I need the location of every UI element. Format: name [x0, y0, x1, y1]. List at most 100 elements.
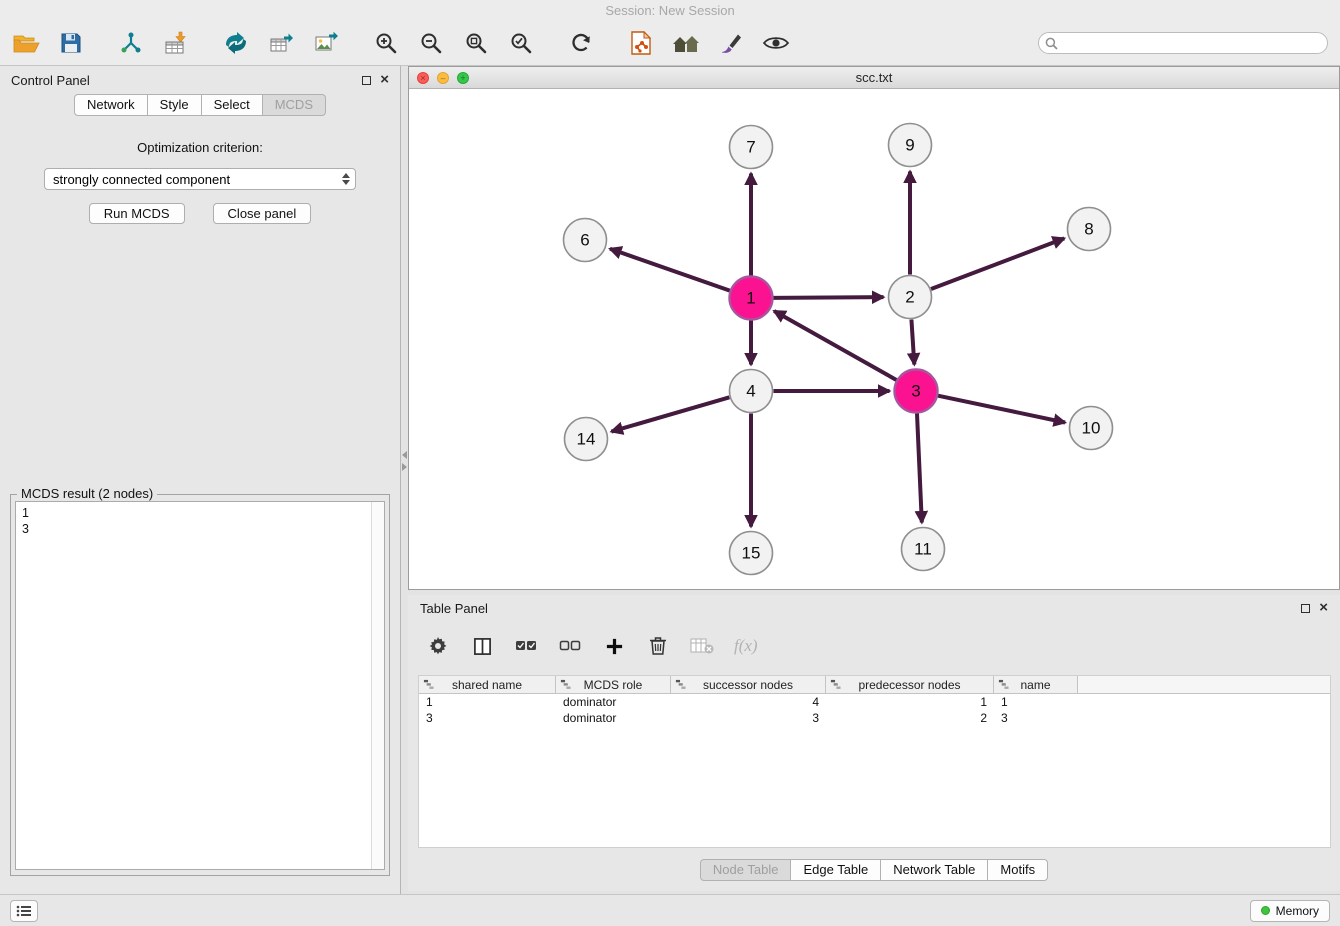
memory-status-icon [1261, 906, 1270, 915]
graph-edge-2-8[interactable] [931, 238, 1064, 289]
graph-node-4[interactable]: 4 [730, 370, 773, 413]
panel-splitter-icon[interactable] [401, 448, 407, 474]
cell-successor-nodes: 3 [671, 711, 826, 725]
zoom-fit-icon[interactable] [462, 29, 490, 57]
table-header-row: shared name MCDS role successor nodes pr… [419, 676, 1330, 694]
column-header-successor-nodes[interactable]: successor nodes [671, 676, 826, 693]
gear-icon[interactable] [426, 634, 450, 658]
save-session-icon[interactable] [57, 29, 85, 57]
open-file-icon[interactable] [12, 29, 40, 57]
tab-network-table[interactable]: Network Table [881, 859, 988, 881]
network-file-icon[interactable] [627, 29, 655, 57]
status-bar: Memory [0, 894, 1340, 926]
tab-network[interactable]: Network [74, 94, 148, 116]
zoom-window-icon[interactable]: + [457, 72, 469, 84]
criterion-select[interactable]: strongly connected component [44, 168, 356, 190]
toolbar-group-refresh [567, 29, 595, 57]
network-window-titlebar: × – + scc.txt [409, 67, 1339, 89]
export-image-icon[interactable] [312, 29, 340, 57]
home-network-icon[interactable] [672, 29, 700, 57]
minimize-window-icon[interactable]: – [437, 72, 449, 84]
show-columns-icon[interactable] [470, 634, 494, 658]
control-panel: Control Panel × Network Style Select MCD… [0, 66, 401, 894]
graph-node-15[interactable]: 15 [730, 532, 773, 575]
window-titlebar: Session: New Session [0, 0, 1340, 21]
column-header-name[interactable]: name [994, 676, 1078, 693]
eye-icon[interactable] [762, 29, 790, 57]
deselect-all-icon[interactable] [558, 634, 582, 658]
svg-text:10: 10 [1082, 419, 1101, 438]
column-header-mcds-role[interactable]: MCDS role [556, 676, 671, 693]
trash-icon[interactable] [646, 634, 670, 658]
cell-mcds-role: dominator [556, 695, 671, 709]
add-row-icon[interactable] [602, 634, 626, 658]
table-panel: Table Panel × f(x) [408, 595, 1340, 891]
column-type-icon [560, 679, 571, 690]
svg-text:2: 2 [905, 288, 914, 307]
tab-style[interactable]: Style [148, 94, 202, 116]
graph-node-6[interactable]: 6 [564, 219, 607, 262]
svg-text:11: 11 [914, 540, 932, 559]
tab-motifs[interactable]: Motifs [988, 859, 1048, 881]
close-panel-icon[interactable]: × [380, 75, 389, 85]
zoom-in-icon[interactable] [372, 29, 400, 57]
cell-successor-nodes: 4 [671, 695, 826, 709]
style-brush-icon[interactable] [717, 29, 745, 57]
refresh-icon[interactable] [567, 29, 595, 57]
control-panel-header: Control Panel × [0, 66, 400, 94]
column-header-shared-name[interactable]: shared name [419, 676, 556, 693]
run-mcds-button[interactable]: Run MCDS [89, 203, 185, 224]
svg-text:6: 6 [580, 231, 589, 250]
graph-edge-1-2[interactable] [773, 297, 883, 298]
tab-node-table[interactable]: Node Table [700, 859, 792, 881]
result-scrollbar[interactable] [371, 502, 384, 869]
graph-node-2[interactable]: 2 [889, 276, 932, 319]
select-all-icon[interactable] [514, 634, 538, 658]
search-input[interactable] [1038, 32, 1328, 54]
graph-edge-1-6[interactable] [610, 249, 730, 291]
graph-edge-3-10[interactable] [938, 396, 1065, 423]
mcds-result-box: MCDS result (2 nodes) 1 3 [10, 494, 390, 876]
cell-predecessor-nodes: 1 [826, 695, 994, 709]
tab-edge-table[interactable]: Edge Table [791, 859, 881, 881]
mcds-result-area[interactable]: 1 3 [15, 501, 385, 870]
export-network-icon[interactable] [222, 29, 250, 57]
cell-shared-name: 3 [419, 711, 556, 725]
window-title: Session: New Session [605, 3, 734, 18]
mcds-result-line: 1 [22, 505, 378, 521]
graph-node-9[interactable]: 9 [889, 124, 932, 167]
tab-mcds[interactable]: MCDS [263, 94, 326, 116]
memory-button[interactable]: Memory [1250, 900, 1330, 922]
cell-name: 3 [994, 711, 1078, 725]
close-window-icon[interactable]: × [417, 72, 429, 84]
table-row[interactable]: 3 dominator 3 2 3 [419, 710, 1330, 726]
import-network-icon[interactable] [117, 29, 145, 57]
graph-edge-3-11[interactable] [917, 413, 922, 522]
import-table-icon[interactable] [162, 29, 190, 57]
column-label: successor nodes [703, 678, 793, 692]
close-table-panel-icon[interactable]: × [1319, 603, 1328, 613]
graph-node-10[interactable]: 10 [1070, 407, 1113, 450]
export-table-icon[interactable] [267, 29, 295, 57]
show-panels-button[interactable] [10, 900, 38, 922]
float-table-panel-icon[interactable] [1301, 604, 1310, 613]
graph-node-14[interactable]: 14 [565, 418, 608, 461]
graph-node-3[interactable]: 3 [895, 370, 938, 413]
delete-table-icon [690, 634, 714, 658]
close-panel-button[interactable]: Close panel [213, 203, 312, 224]
column-header-predecessor-nodes[interactable]: predecessor nodes [826, 676, 994, 693]
graph-node-8[interactable]: 8 [1068, 208, 1111, 251]
graph-node-1[interactable]: 1 [730, 277, 773, 320]
mcds-result-title: MCDS result (2 nodes) [17, 486, 157, 501]
graph-edge-3-1[interactable] [774, 311, 896, 380]
graph-edge-4-14[interactable] [611, 397, 729, 431]
table-row[interactable]: 1 dominator 4 1 1 [419, 694, 1330, 710]
graph-edge-2-3[interactable] [911, 319, 914, 364]
zoom-out-icon[interactable] [417, 29, 445, 57]
graph-node-7[interactable]: 7 [730, 126, 773, 169]
network-canvas[interactable]: 7 9 6 8 1 2 4 3 14 10 15 11 [409, 89, 1339, 589]
zoom-selected-icon[interactable] [507, 29, 535, 57]
tab-select[interactable]: Select [202, 94, 263, 116]
float-panel-icon[interactable] [362, 76, 371, 85]
graph-node-11[interactable]: 11 [902, 528, 945, 571]
